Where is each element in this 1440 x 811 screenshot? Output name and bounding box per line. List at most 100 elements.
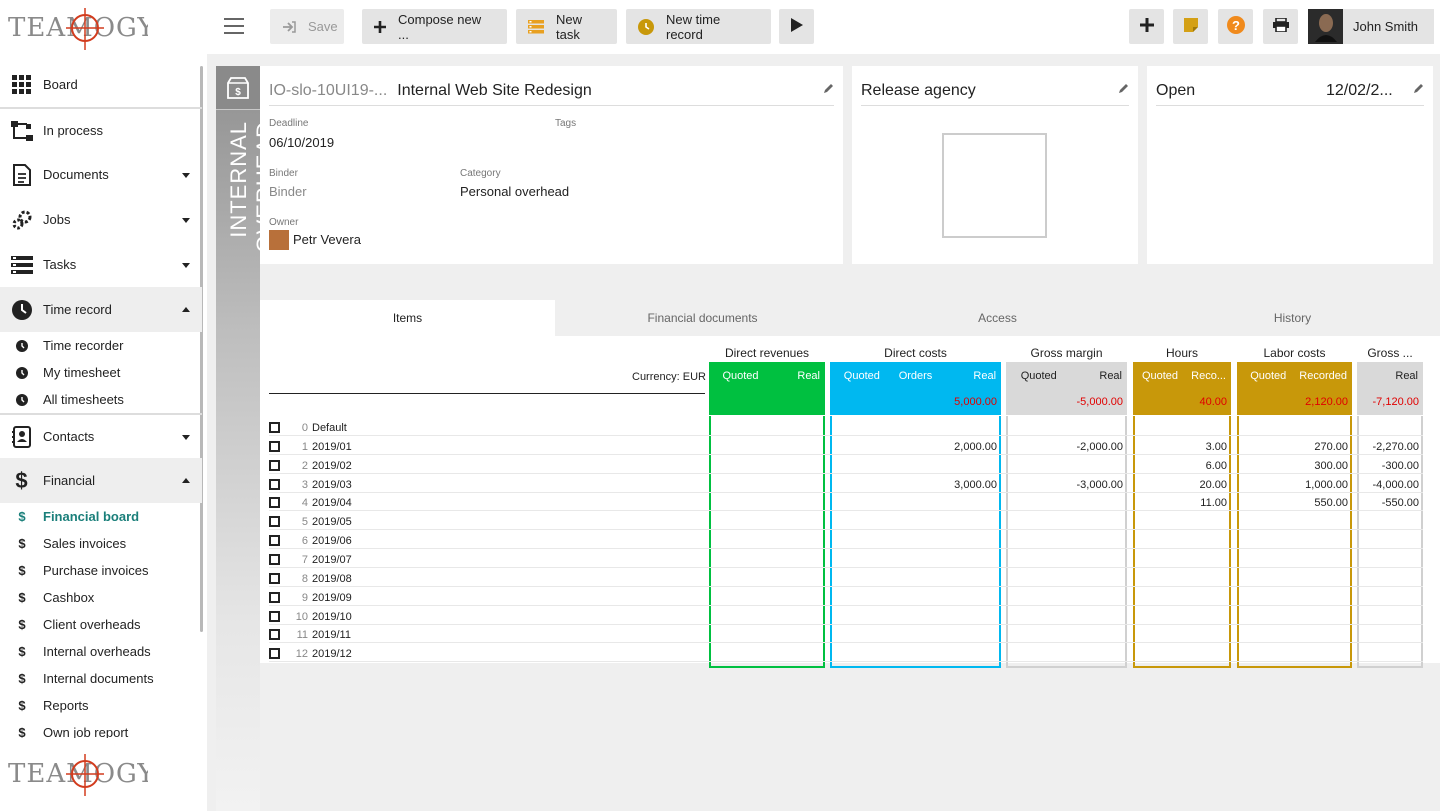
sidebar-subitem-all-timesheets[interactable]: All timesheets — [0, 386, 202, 413]
teamogy-logo[interactable]: TEAMOGY — [8, 6, 155, 54]
sidebar-item-time-record[interactable]: Time record — [0, 287, 202, 332]
subhead-real[interactable]: Real — [942, 370, 996, 382]
cell-gross-real[interactable]: -300.00 — [1382, 460, 1419, 472]
cell-labor-costs-recorded[interactable]: 1,000.00 — [1305, 479, 1348, 491]
sidebar-subitem-time-recorder[interactable]: Time recorder — [0, 332, 202, 359]
row-label[interactable]: 2019/04 — [312, 497, 352, 509]
tab-history[interactable]: History — [1145, 300, 1440, 336]
row-checkbox[interactable] — [269, 440, 280, 452]
binder-value[interactable]: Binder — [269, 184, 307, 199]
sidebar-subitem-purchase-invoices[interactable]: $ Purchase invoices — [0, 557, 202, 584]
sidebar-item-documents[interactable]: Documents — [0, 152, 202, 197]
row-checkbox[interactable] — [269, 629, 280, 641]
chevron-down-icon[interactable] — [182, 434, 190, 440]
row-checkbox[interactable] — [269, 591, 280, 603]
row-checkbox[interactable] — [269, 553, 280, 565]
new-time-record-button[interactable]: New time record — [626, 9, 771, 44]
row-label[interactable]: 2019/07 — [312, 554, 352, 566]
row-checkbox[interactable] — [269, 572, 280, 584]
sidebar-item-board[interactable]: Board — [0, 62, 202, 107]
cell-gross-real[interactable]: -4,000.00 — [1373, 479, 1419, 491]
sidebar-item-jobs[interactable]: Jobs — [0, 197, 202, 242]
cell-hours-recorded[interactable]: 20.00 — [1199, 479, 1227, 491]
subhead-recorded[interactable]: Recorded — [1295, 370, 1347, 382]
cell-gross-real[interactable]: -2,270.00 — [1373, 441, 1419, 453]
subhead-orders[interactable]: Orders — [889, 370, 943, 382]
sidebar-subitem-my-timesheet[interactable]: My timesheet — [0, 359, 202, 386]
tab-financial-documents[interactable]: Financial documents — [555, 300, 850, 336]
chevron-down-icon[interactable] — [182, 172, 190, 178]
subhead-recorded[interactable]: Reco... — [1182, 370, 1226, 382]
subhead-real[interactable]: Real — [767, 370, 820, 382]
add-button[interactable] — [1129, 9, 1164, 44]
cell-direct-costs-real[interactable]: 2,000.00 — [954, 441, 997, 453]
row-checkbox[interactable] — [269, 535, 280, 547]
sidebar-subitem-client-overheads[interactable]: $ Client overheads — [0, 611, 202, 638]
cell-labor-costs-recorded[interactable]: 300.00 — [1314, 460, 1348, 472]
edit-pencil-icon[interactable] — [823, 82, 834, 97]
play-button[interactable] — [779, 9, 814, 44]
subhead-real[interactable]: Real — [1067, 370, 1122, 382]
tab-items[interactable]: Items — [260, 300, 555, 336]
cell-hours-recorded[interactable]: 6.00 — [1206, 460, 1227, 472]
cell-hours-recorded[interactable]: 3.00 — [1206, 441, 1227, 453]
row-checkbox[interactable] — [269, 516, 280, 528]
row-checkbox[interactable] — [269, 497, 280, 509]
subhead-real[interactable]: Real — [1362, 370, 1418, 382]
user-menu[interactable]: John Smith — [1308, 9, 1434, 44]
sidebar-item-financial[interactable]: $ Financial — [0, 458, 202, 503]
edit-pencil-icon[interactable] — [1413, 82, 1424, 97]
sidebar-subitem-financial-board[interactable]: $ Financial board — [0, 503, 202, 530]
cell-direct-costs-real[interactable]: 3,000.00 — [954, 479, 997, 491]
row-label[interactable]: 2019/11 — [312, 629, 351, 641]
deadline-value[interactable]: 06/10/2019 — [269, 135, 334, 150]
row-label[interactable]: 2019/03 — [312, 479, 352, 491]
row-checkbox[interactable] — [269, 648, 280, 660]
chevron-down-icon[interactable] — [182, 262, 190, 268]
sidebar-item-in-process[interactable]: In process — [0, 107, 202, 152]
chevron-up-icon[interactable] — [182, 306, 190, 312]
row-label[interactable]: 2019/06 — [312, 535, 352, 547]
hamburger-menu-icon[interactable] — [224, 18, 244, 34]
new-task-button[interactable]: New task — [516, 9, 617, 44]
cell-labor-costs-recorded[interactable]: 270.00 — [1314, 441, 1348, 453]
sidebar-subitem-own-job-report[interactable]: $ Own job report — [0, 719, 202, 738]
compose-new-button[interactable]: Compose new ... — [362, 9, 507, 44]
row-label[interactable]: 2019/10 — [312, 611, 352, 623]
help-button[interactable]: ? — [1218, 9, 1253, 44]
row-checkbox[interactable] — [269, 422, 280, 433]
chevron-up-icon[interactable] — [182, 477, 190, 483]
row-checkbox[interactable] — [269, 610, 280, 622]
subhead-quoted[interactable]: Quoted — [1138, 370, 1182, 382]
sticky-note-button[interactable] — [1173, 9, 1208, 44]
owner-value[interactable]: Petr Vevera — [293, 232, 361, 247]
category-value[interactable]: Personal overhead — [460, 184, 569, 199]
edit-pencil-icon[interactable] — [1118, 82, 1129, 97]
sidebar-subitem-reports[interactable]: $ Reports — [0, 692, 202, 719]
subhead-quoted[interactable]: Quoted — [1011, 370, 1067, 382]
cell-gross-margin-real[interactable]: -3,000.00 — [1077, 479, 1123, 491]
row-label[interactable]: 2019/01 — [312, 441, 352, 453]
subhead-quoted[interactable]: Quoted — [835, 370, 889, 382]
sidebar-subitem-internal-documents[interactable]: $ Internal documents — [0, 665, 202, 692]
row-checkbox[interactable] — [269, 459, 280, 471]
sidebar-subitem-internal-overheads[interactable]: $ Internal overheads — [0, 638, 202, 665]
tab-access[interactable]: Access — [850, 300, 1145, 336]
row-label[interactable]: 2019/05 — [312, 516, 352, 528]
cell-hours-recorded[interactable]: 11.00 — [1200, 497, 1227, 509]
subhead-quoted[interactable]: Quoted — [714, 370, 767, 382]
row-label[interactable]: 2019/09 — [312, 592, 352, 604]
row-checkbox[interactable] — [269, 478, 280, 490]
sidebar-item-tasks[interactable]: Tasks — [0, 242, 202, 287]
cell-labor-costs-recorded[interactable]: 550.00 — [1314, 497, 1348, 509]
print-button[interactable] — [1263, 9, 1298, 44]
sidebar-subitem-cashbox[interactable]: $ Cashbox — [0, 584, 202, 611]
agency-image-placeholder[interactable] — [942, 133, 1047, 238]
row-label[interactable]: Default — [312, 422, 347, 434]
subhead-quoted[interactable]: Quoted — [1242, 370, 1295, 382]
row-label[interactable]: 2019/08 — [312, 573, 352, 585]
row-label[interactable]: 2019/02 — [312, 460, 352, 472]
chevron-down-icon[interactable] — [182, 217, 190, 223]
sidebar-subitem-sales-invoices[interactable]: $ Sales invoices — [0, 530, 202, 557]
cell-gross-margin-real[interactable]: -2,000.00 — [1077, 441, 1123, 453]
